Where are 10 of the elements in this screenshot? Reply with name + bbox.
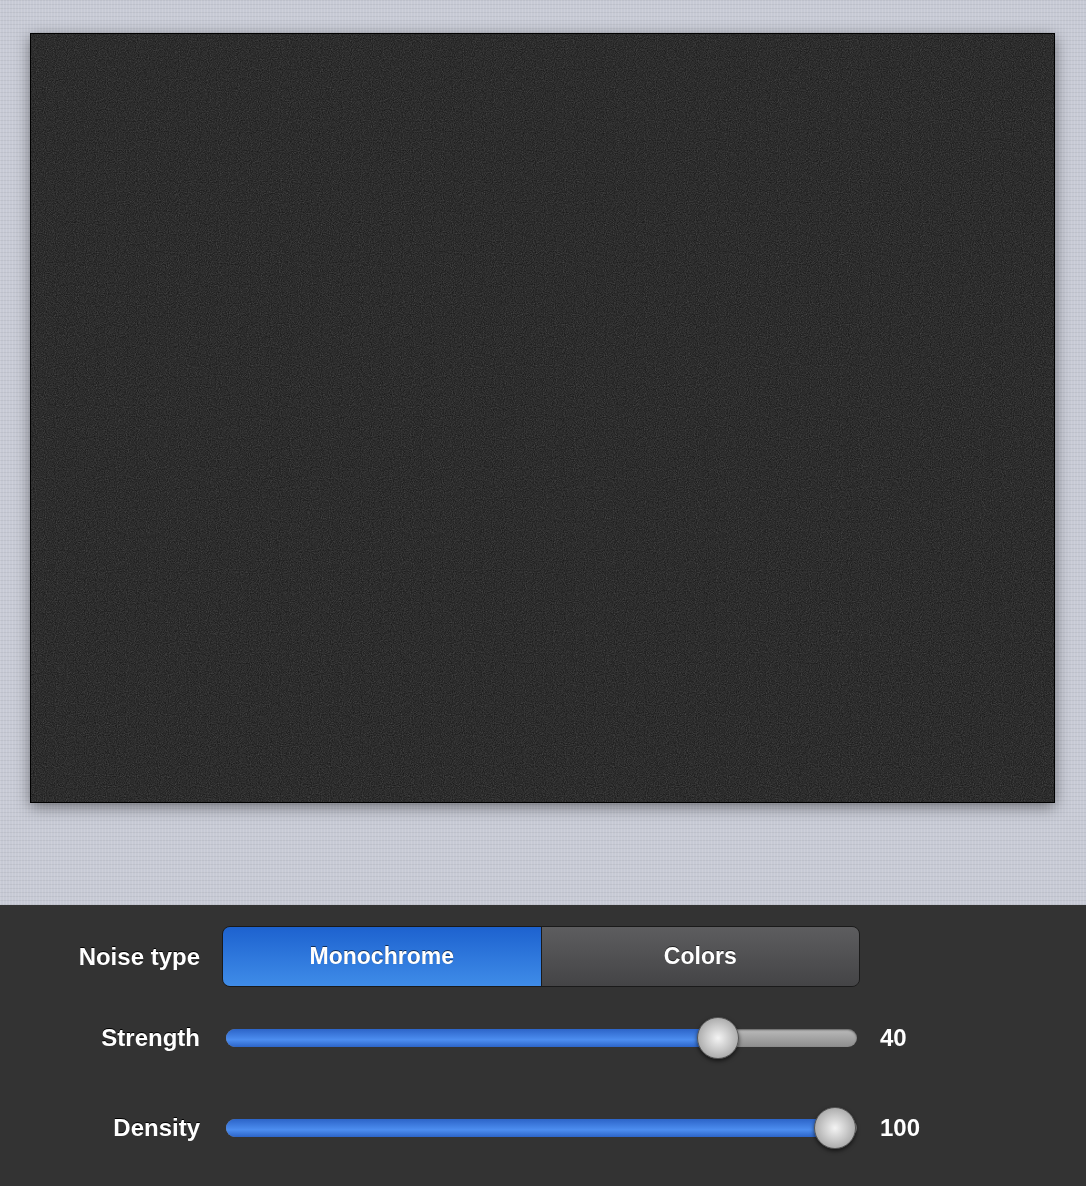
slider-track[interactable] [226, 1029, 857, 1047]
slider-thumb[interactable] [813, 1107, 856, 1149]
segment-tab[interactable]: Monochrome [223, 927, 541, 986]
segment-tab[interactable]: Colors [540, 927, 859, 986]
slider-label: Strength [100, 1023, 200, 1053]
slider-thumb[interactable] [697, 1017, 740, 1059]
noise-type-label: Noise type [77, 941, 200, 972]
slider-value: 100 [880, 1113, 921, 1143]
slider-label: Density [112, 1113, 200, 1143]
slider-value: 40 [880, 1023, 907, 1053]
